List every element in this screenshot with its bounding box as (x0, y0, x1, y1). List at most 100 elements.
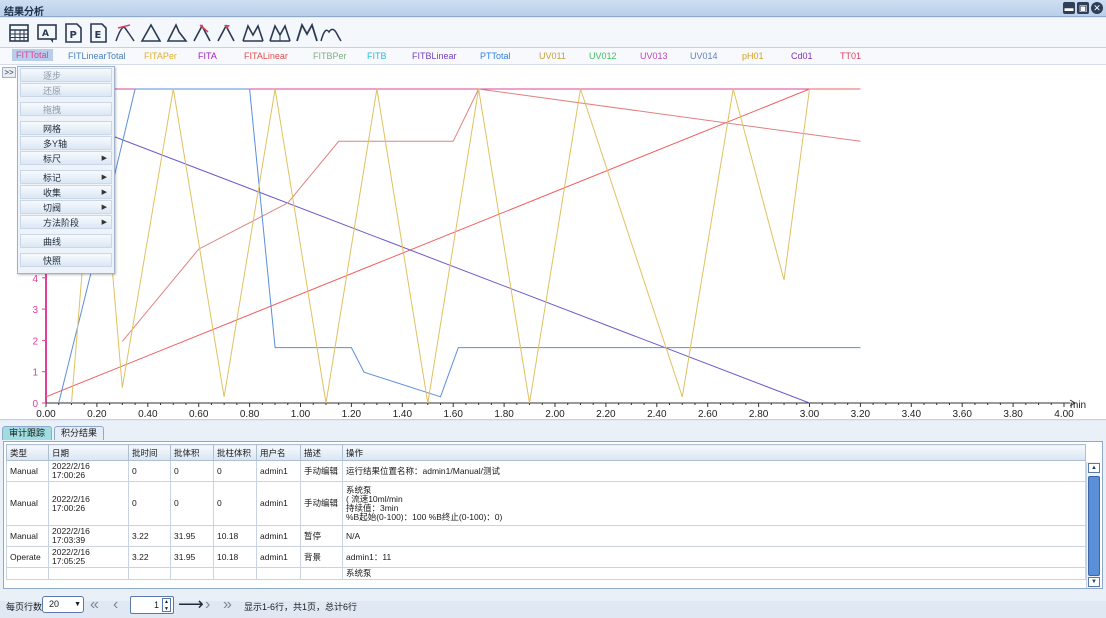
menu-item-restore[interactable]: 还原 (20, 83, 112, 97)
last-page-icon[interactable]: » (223, 596, 232, 614)
menu-item-collect[interactable]: 收集 ▶ (20, 185, 112, 199)
menu-item-drag[interactable]: 拖拽 (20, 102, 112, 116)
minimize-icon[interactable]: ▬ (1063, 2, 1075, 14)
tab-integration-results[interactable]: 积分结果 (54, 426, 105, 440)
column-header[interactable]: 批体积 (170, 444, 214, 461)
series-tab-uv013[interactable]: UV013 (640, 51, 668, 61)
page-number-input[interactable]: 1 ▲ ▼ (130, 596, 174, 614)
series-tab-fitblinear[interactable]: FITBLinear (412, 51, 457, 61)
window-title: 结果分析 (4, 7, 44, 18)
column-header[interactable]: 批柱体积 (213, 444, 257, 461)
series-tab-tt01[interactable]: TT01 (840, 51, 861, 61)
x-tick-label: 2.60 (698, 409, 718, 420)
table-row[interactable]: Manual 2022/2/16 17:00:26 0 0 0 admin1 手… (6, 481, 1086, 526)
next-page-icon[interactable]: › (205, 596, 210, 614)
series-tab-uv012[interactable]: UV012 (589, 51, 617, 61)
first-page-icon[interactable]: « (90, 596, 99, 614)
operation-line: admin1：11 (346, 551, 392, 562)
peak-mark-icon[interactable] (216, 22, 238, 44)
menu-item-marker[interactable]: 标记 ▶ (20, 170, 112, 184)
x-tick-label: 1.20 (342, 409, 362, 420)
chart-area[interactable]: 0.00 0.20 0.40 0.60 0.80 1.00 1.20 1.40 1.60 1.80… (0, 65, 1106, 420)
operation-line: 运行结果位置名称：admin1/Manual/测试 (346, 465, 500, 476)
cell-user: admin1 (256, 546, 301, 568)
scroll-up-icon[interactable]: ▲ (1088, 463, 1100, 473)
series-tab-uv011[interactable]: UV011 (539, 51, 566, 61)
menu-item-label: 曲线 (43, 237, 62, 247)
operation-line: N/A (346, 530, 361, 541)
page-spinner-icon[interactable]: ▲ ▼ (162, 598, 171, 612)
menu-item-snapshot[interactable]: 快照 (20, 253, 112, 267)
table-row[interactable]: 系统泵 (6, 567, 1086, 580)
column-header[interactable]: 用户名 (256, 444, 301, 461)
column-header[interactable]: 类型 (6, 444, 49, 461)
series-tab-fitalinear[interactable]: FITALinear (244, 51, 288, 61)
context-menu-toggle[interactable]: >> (2, 67, 16, 78)
e-icon[interactable]: E (87, 22, 109, 44)
table-row[interactable]: Operate 2022/2/16 17:05:25 3.22 31.95 10… (6, 546, 1086, 568)
table-row[interactable]: Manual 2022/2/16 17:00:26 0 0 0 admin1 手… (6, 460, 1086, 482)
multi-peak-icon[interactable] (296, 22, 318, 44)
p-icon[interactable]: P (62, 22, 84, 44)
close-icon[interactable]: ✕ (1091, 2, 1103, 14)
multi-peak-icon[interactable] (269, 22, 291, 44)
menu-item-valve[interactable]: 切阀 ▶ (20, 200, 112, 214)
menu-item-multi-y-axis[interactable]: 多Y轴 (20, 136, 112, 150)
table-scrollbar[interactable]: ▲ ▼ (1086, 462, 1100, 588)
table-header-row: 类型 日期 批时间 批体积 批柱体积 用户名 描述 操作 (6, 444, 1086, 461)
table-row[interactable]: Manual 2022/2/16 17:03:39 3.22 31.95 10.… (6, 525, 1086, 547)
x-tick-label: 0.60 (189, 409, 209, 420)
series-tab-pttotal[interactable]: PTTotal (480, 51, 511, 61)
series-tab-fitbper[interactable]: FITBPer (313, 51, 347, 61)
column-header[interactable]: 批时间 (128, 444, 171, 461)
x-tick-label: 2.80 (749, 409, 769, 420)
cell-description: 背景 (300, 546, 343, 568)
multi-peak-icon[interactable] (242, 22, 264, 44)
menu-item-curve[interactable]: 曲线 (20, 234, 112, 248)
peak-outline-icon[interactable] (166, 22, 188, 44)
bottom-panel: 审计跟踪 积分结果 类型 日期 批时间 批体积 批柱体积 用户名 描述 操作 M… (0, 421, 1106, 614)
maximize-icon[interactable]: ▣ (1077, 2, 1089, 14)
series-tab-fitaper[interactable]: FITAPer (144, 51, 177, 61)
text-a-icon[interactable]: A (36, 22, 58, 44)
x-axis-unit-label: min (1070, 400, 1086, 411)
series-tab-uv014[interactable]: UV014 (690, 51, 718, 61)
column-header[interactable]: 操作 (342, 444, 1086, 461)
series-tab-fitb[interactable]: FITB (367, 51, 387, 61)
go-arrow-icon[interactable]: ⟶ (178, 594, 204, 615)
prev-page-icon[interactable]: ‹ (113, 596, 118, 614)
peak-outline-icon[interactable] (140, 22, 162, 44)
menu-item-label: 标记 (43, 173, 62, 183)
series-tab-ph01[interactable]: pH01 (742, 51, 764, 61)
menu-item-step[interactable]: 逐步 (20, 68, 112, 82)
menu-item-label: 逐步 (43, 71, 62, 81)
series-tab-fita[interactable]: FITA (198, 51, 217, 61)
window-controls: ▬ ▣ ✕ (1063, 2, 1103, 14)
x-tick-label: 3.60 (952, 409, 972, 420)
peak-shape-icon[interactable] (320, 22, 342, 44)
table-icon[interactable] (8, 22, 30, 44)
series-tab-cd01[interactable]: Cd01 (791, 51, 813, 61)
cell-column-volume (213, 567, 257, 580)
scroll-down-icon[interactable]: ▼ (1088, 577, 1100, 587)
tab-audit-trail[interactable]: 审计跟踪 (2, 426, 53, 440)
menu-item-ruler[interactable]: 标尺 ▶ (20, 151, 112, 165)
scrollbar-thumb[interactable] (1088, 476, 1100, 576)
menu-item-method-phase[interactable]: 方法阶段 ▶ (20, 215, 112, 229)
menu-item-grid[interactable]: 网格 (20, 121, 112, 135)
peak-split-icon[interactable] (192, 22, 214, 44)
column-header[interactable]: 日期 (48, 444, 129, 461)
series-tab-fittotal[interactable]: FITTotal (12, 49, 53, 61)
peak-pick-icon[interactable] (114, 22, 136, 44)
series-tab-fitlineartotal[interactable]: FITLinearTotal (68, 51, 126, 61)
audit-table-container: 类型 日期 批时间 批体积 批柱体积 用户名 描述 操作 Manual 2022… (3, 441, 1103, 589)
toolbar: A P E (0, 18, 1106, 48)
x-tick-label: 1.60 (443, 409, 463, 420)
cell-operation: 运行结果位置名称：admin1/Manual/测试 (342, 460, 1086, 482)
pager: 每页行数 20 ▼ « ‹ 1 ▲ ▼ ⟶ › » 显示1-6行，共1页，总计6行 (0, 594, 1106, 618)
x-tick-label: 0.00 (36, 409, 56, 420)
column-header[interactable]: 描述 (300, 444, 343, 461)
x-tick-label: 0.20 (87, 409, 107, 420)
chromatogram-chart[interactable]: 0.00 0.20 0.40 0.60 0.80 1.00 1.20 1.40 1.60 1.80… (0, 65, 1106, 420)
rows-per-page-select[interactable]: 20 ▼ (42, 596, 84, 613)
